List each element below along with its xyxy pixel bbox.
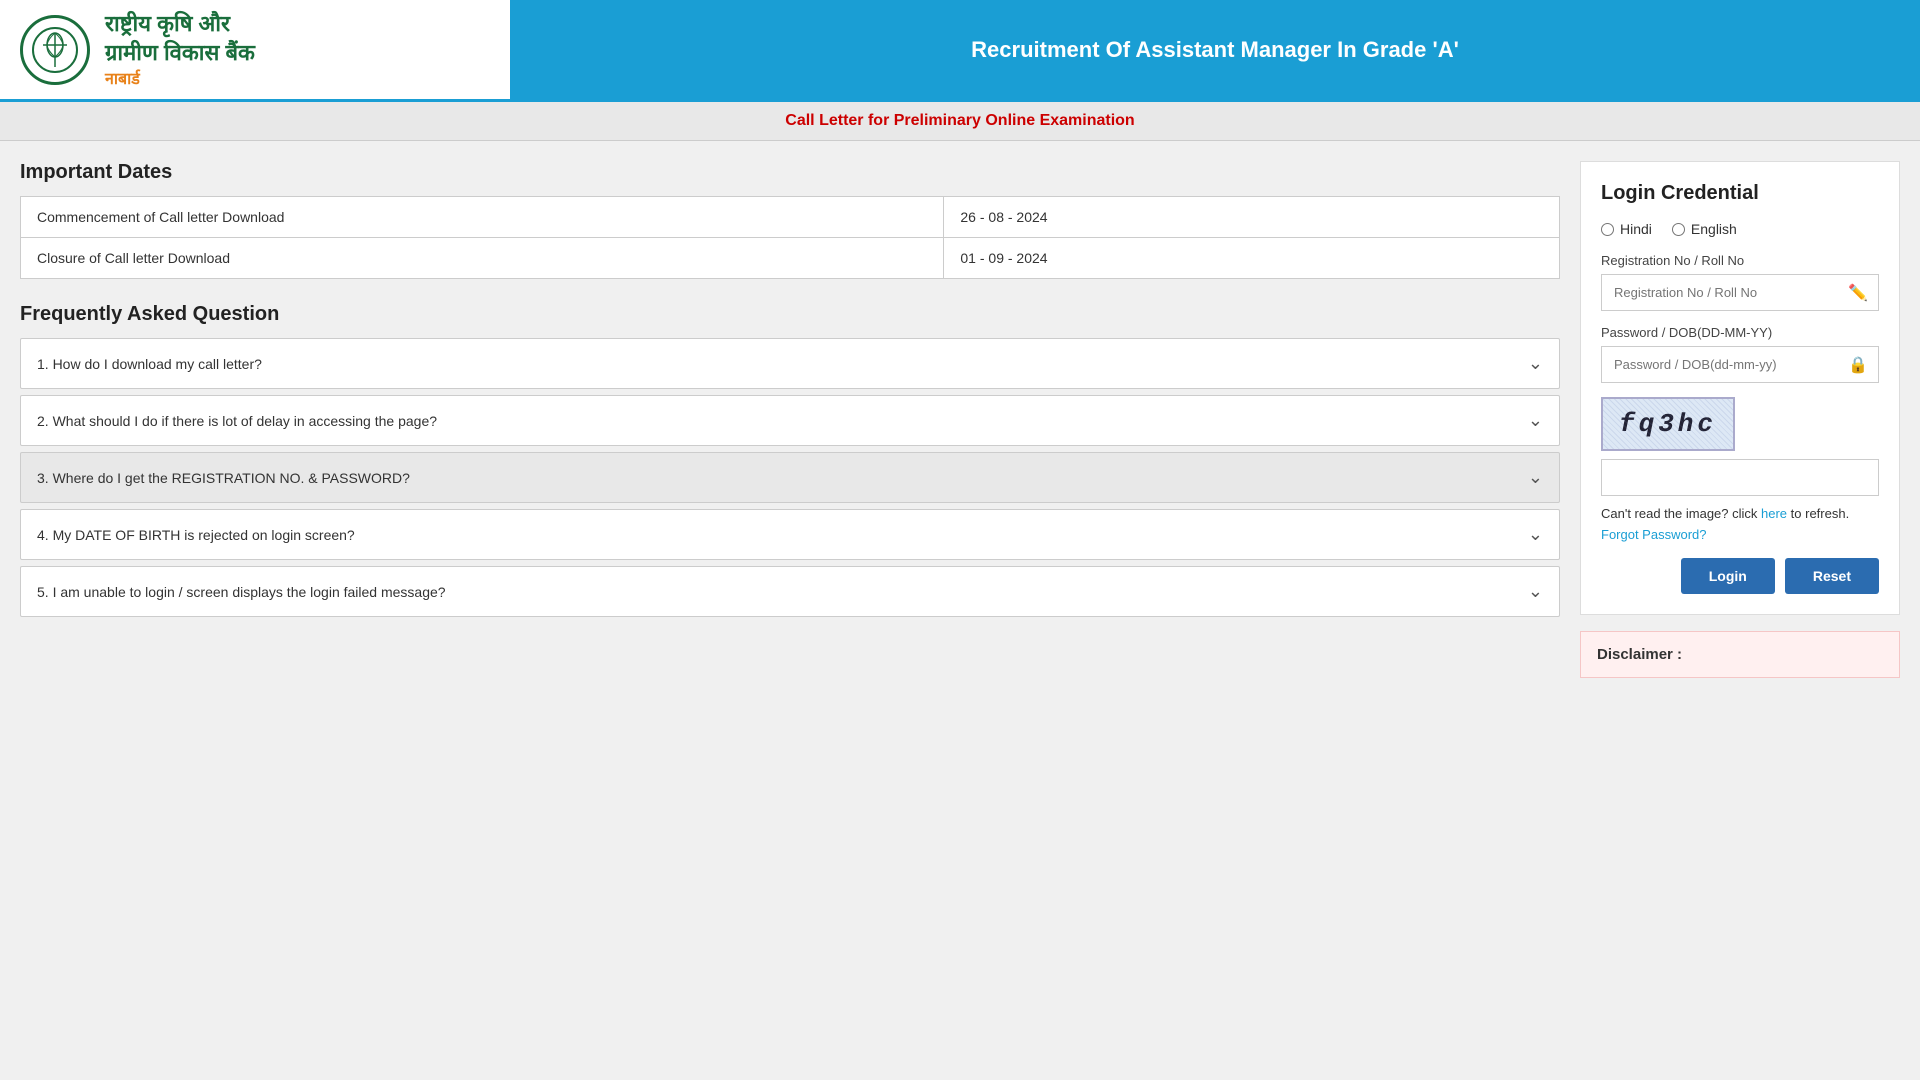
sub-header-text: Call Letter for Preliminary Online Exami… <box>785 112 1134 129</box>
date-label-2: Closure of Call letter Download <box>21 238 944 279</box>
lang-hindi-option[interactable]: Hindi <box>1601 221 1652 237</box>
right-panel: Login Credential Hindi English Registrat… <box>1580 161 1900 678</box>
captcha-refresh-text: Can't read the image? click here to refr… <box>1601 506 1879 521</box>
sub-header: Call Letter for Preliminary Online Exami… <box>0 102 1920 141</box>
table-row: Commencement of Call letter Download 26 … <box>21 197 1560 238</box>
faq-item-3[interactable]: 3. Where do I get the REGISTRATION NO. &… <box>20 452 1560 503</box>
reg-no-input[interactable] <box>1602 275 1838 310</box>
lang-hindi-radio[interactable] <box>1601 223 1614 236</box>
chevron-down-icon: ⌄ <box>1528 581 1543 602</box>
forgot-password-link[interactable]: Forgot Password? <box>1601 527 1879 542</box>
lang-english-label: English <box>1691 221 1737 237</box>
faq-item-1[interactable]: 1. How do I download my call letter? ⌄ <box>20 338 1560 389</box>
password-wrapper: 🔒 <box>1601 346 1879 383</box>
faq-question-4[interactable]: 4. My DATE OF BIRTH is rejected on login… <box>21 510 1559 559</box>
reset-button[interactable]: Reset <box>1785 558 1879 594</box>
button-row: Login Reset <box>1601 558 1879 594</box>
reg-no-label: Registration No / Roll No <box>1601 253 1879 268</box>
faq-question-1[interactable]: 1. How do I download my call letter? ⌄ <box>21 339 1559 388</box>
captcha-refresh-link[interactable]: here <box>1761 506 1787 521</box>
faq-item-2[interactable]: 2. What should I do if there is lot of d… <box>20 395 1560 446</box>
disclaimer-box: Disclaimer : <box>1580 631 1900 678</box>
chevron-down-icon: ⌄ <box>1528 353 1543 374</box>
chevron-down-icon: ⌄ <box>1528 410 1543 431</box>
header-title: Recruitment Of Assistant Manager In Grad… <box>510 0 1920 99</box>
logo-text: राष्ट्रीय कृषि और ग्रामीण विकास बैंक नाब… <box>105 10 255 89</box>
login-button[interactable]: Login <box>1681 558 1775 594</box>
password-input[interactable] <box>1602 347 1838 382</box>
main-content: Important Dates Commencement of Call let… <box>0 141 1920 698</box>
login-box: Login Credential Hindi English Registrat… <box>1580 161 1900 615</box>
faq-question-2[interactable]: 2. What should I do if there is lot of d… <box>21 396 1559 445</box>
captcha-input[interactable] <box>1601 459 1879 496</box>
login-title: Login Credential <box>1601 182 1879 205</box>
faq-item-5[interactable]: 5. I am unable to login / screen display… <box>20 566 1560 617</box>
logo-emblem <box>20 15 90 85</box>
date-value-2: 01 - 09 - 2024 <box>944 238 1560 279</box>
logo-area: राष्ट्रीय कृषि और ग्रामीण विकास बैंक नाब… <box>0 0 510 99</box>
important-dates-title: Important Dates <box>20 161 1560 184</box>
faq-question-5[interactable]: 5. I am unable to login / screen display… <box>21 567 1559 616</box>
logo-hindi-line1: राष्ट्रीय कृषि और <box>105 10 255 39</box>
faq-question-3[interactable]: 3. Where do I get the REGISTRATION NO. &… <box>21 453 1559 502</box>
header: राष्ट्रीय कृषि और ग्रामीण विकास बैंक नाब… <box>0 0 1920 102</box>
date-value-1: 26 - 08 - 2024 <box>944 197 1560 238</box>
lang-english-radio[interactable] <box>1672 223 1685 236</box>
lock-icon: 🔒 <box>1838 355 1878 375</box>
table-row: Closure of Call letter Download 01 - 09 … <box>21 238 1560 279</box>
captcha-image: fq3hc <box>1601 397 1735 451</box>
disclaimer-title: Disclaimer : <box>1597 646 1682 663</box>
logo-nabard: नाबार्ड <box>105 67 255 89</box>
chevron-down-icon: ⌄ <box>1528 467 1543 488</box>
edit-icon: ✏️ <box>1838 283 1878 303</box>
faq-item-4[interactable]: 4. My DATE OF BIRTH is rejected on login… <box>20 509 1560 560</box>
lang-english-option[interactable]: English <box>1672 221 1737 237</box>
reg-no-wrapper: ✏️ <box>1601 274 1879 311</box>
faq-title: Frequently Asked Question <box>20 303 1560 326</box>
lang-hindi-label: Hindi <box>1620 221 1652 237</box>
dates-table: Commencement of Call letter Download 26 … <box>20 196 1560 279</box>
chevron-down-icon: ⌄ <box>1528 524 1543 545</box>
language-options: Hindi English <box>1601 221 1879 237</box>
date-label-1: Commencement of Call letter Download <box>21 197 944 238</box>
password-label: Password / DOB(DD-MM-YY) <box>1601 325 1879 340</box>
logo-hindi-line2: ग्रामीण विकास बैंक <box>105 39 255 68</box>
left-panel: Important Dates Commencement of Call let… <box>20 161 1560 678</box>
